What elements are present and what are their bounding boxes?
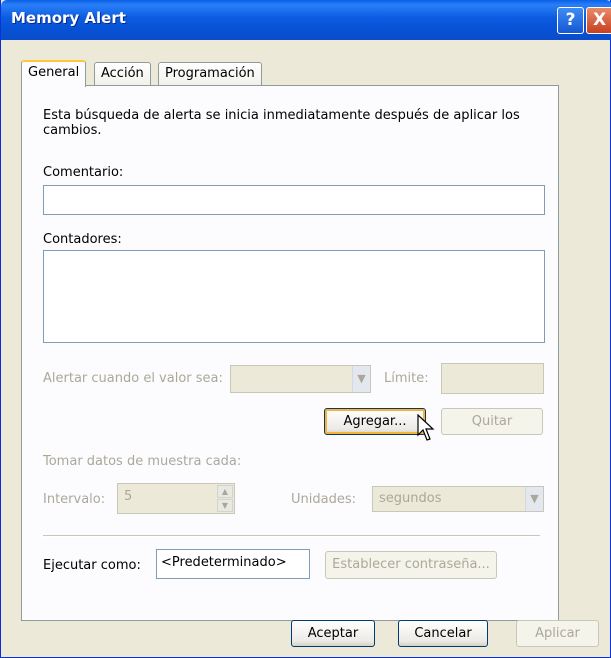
interval-spinner[interactable]: 5 ▲ ▼ xyxy=(117,483,235,514)
set-password-button[interactable]: Establecer contraseña... xyxy=(325,551,497,579)
mouse-pointer-icon xyxy=(417,414,435,441)
add-button[interactable]: Agregar... xyxy=(324,408,426,435)
cancel-button[interactable]: Cancelar xyxy=(398,620,488,647)
description-text: Esta búsqueda de alerta se inicia inmedi… xyxy=(43,108,520,138)
alert-when-dropdown[interactable]: ▼ xyxy=(230,365,371,393)
title-bar[interactable]: Memory Alert ? X xyxy=(1,0,611,40)
close-icon: X xyxy=(592,10,607,30)
tab-general[interactable]: General xyxy=(21,60,87,87)
tab-programacion[interactable]: Programación xyxy=(158,62,262,86)
alert-when-label: Alertar cuando el valor sea: xyxy=(43,371,223,386)
ok-button[interactable]: Aceptar xyxy=(291,620,375,647)
remove-button[interactable]: Quitar xyxy=(441,408,543,435)
units-label: Unidades: xyxy=(291,492,356,507)
spin-up-icon[interactable]: ▲ xyxy=(217,485,233,498)
close-button[interactable]: X xyxy=(586,7,611,34)
interval-label: Intervalo: xyxy=(43,492,106,507)
comment-label: Comentario: xyxy=(43,165,124,180)
chevron-down-icon[interactable]: ▼ xyxy=(352,366,370,392)
sample-label: Tomar datos de muestra cada: xyxy=(43,454,242,469)
interval-value: 5 xyxy=(124,489,133,504)
run-as-input[interactable]: <Predeterminado> xyxy=(156,549,310,579)
general-tab-panel: Esta búsqueda de alerta se inicia inmedi… xyxy=(21,85,559,621)
help-button[interactable]: ? xyxy=(557,7,584,34)
run-as-label: Ejecutar como: xyxy=(43,558,141,573)
units-dropdown[interactable]: segundos ▼ xyxy=(372,486,544,512)
tab-accion[interactable]: Acción xyxy=(94,62,151,86)
units-value: segundos xyxy=(379,491,442,506)
comment-input[interactable] xyxy=(43,185,545,215)
limit-label: Límite: xyxy=(384,371,429,386)
window-title: Memory Alert xyxy=(11,9,126,27)
limit-input[interactable] xyxy=(441,363,544,394)
spin-down-icon[interactable]: ▼ xyxy=(217,499,233,512)
chevron-down-icon[interactable]: ▼ xyxy=(525,487,543,511)
question-mark-icon: ? xyxy=(565,10,576,30)
memory-alert-dialog: Memory Alert ? X General Acción Programa… xyxy=(0,0,611,658)
apply-button[interactable]: Aplicar xyxy=(516,620,599,647)
run-as-value: <Predeterminado> xyxy=(161,555,287,570)
counters-label: Contadores: xyxy=(43,232,122,247)
counters-list[interactable] xyxy=(43,250,545,343)
separator xyxy=(43,535,540,537)
